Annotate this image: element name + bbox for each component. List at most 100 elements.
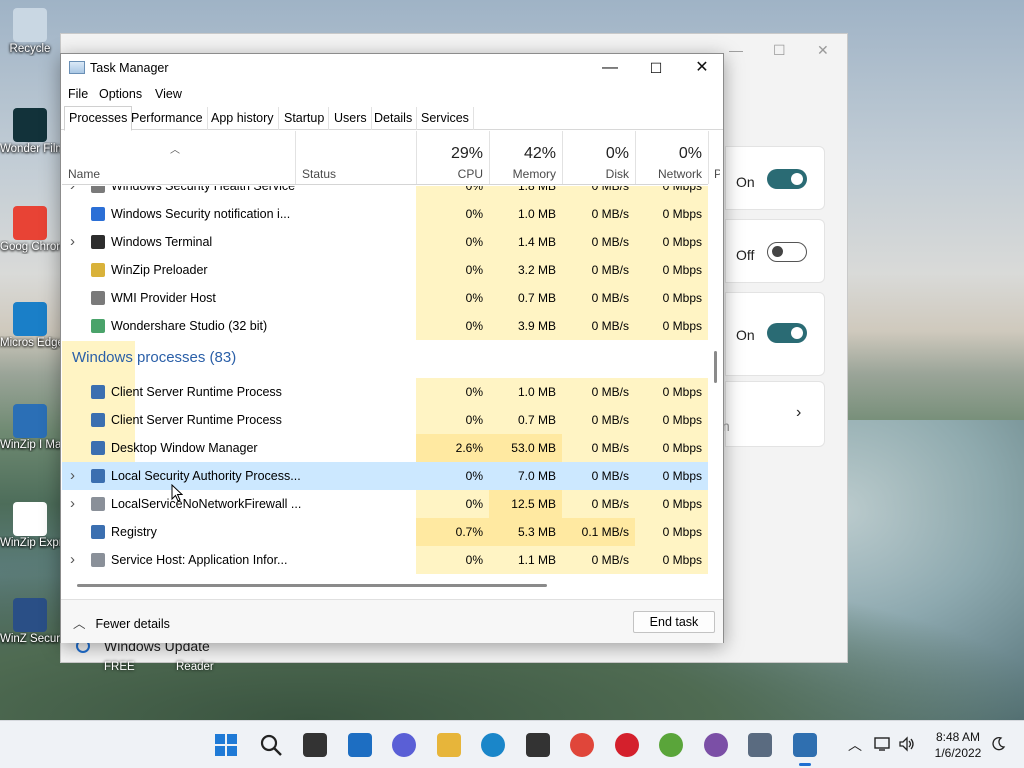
memory-value: 7.0 MB — [517, 469, 556, 483]
cpu-value: 0% — [416, 490, 489, 518]
desktop-icon[interactable]: Micros Edge — [0, 302, 60, 350]
group-header[interactable]: Windows processes (83) — [62, 341, 708, 485]
tab-processes[interactable]: Processes — [64, 106, 133, 131]
tor-icon[interactable] — [704, 733, 728, 757]
volume-icon[interactable] — [898, 736, 916, 752]
menu-file[interactable]: File — [68, 87, 88, 101]
column-name[interactable]: Name — [68, 167, 100, 181]
task-view-icon[interactable] — [303, 733, 327, 757]
memory-total: 42% — [523, 145, 556, 162]
process-row[interactable]: Client Server Runtime Process 0% 0.7 MB 0 M… — [62, 406, 708, 434]
task-manager-icon[interactable] — [793, 733, 817, 766]
clock[interactable]: 8:48 AM 1/6/2022 — [928, 729, 988, 761]
column-disk[interactable]: 0% Disk — [562, 131, 635, 184]
tab-performance[interactable]: Performance — [127, 107, 208, 130]
desktop-icon[interactable]: WinZip I Mana — [0, 404, 60, 452]
desktop-icon[interactable]: WinZ Secur — [0, 598, 60, 646]
process-row[interactable]: Client Server Runtime Process 0% 1.0 MB 0 M… — [62, 378, 708, 406]
network-icon[interactable] — [874, 736, 892, 752]
window-icon — [91, 525, 105, 539]
cpu-value: 0% — [416, 256, 489, 284]
desktop-icon[interactable]: Wonder Filmo — [0, 108, 60, 156]
store-icon[interactable] — [526, 733, 550, 757]
process-row[interactable]: WMI Provider Host 0% 0.7 MB 0 MB/s 0 Mbps — [62, 284, 708, 312]
column-network[interactable]: 0% Network — [635, 131, 708, 184]
cpu-value: 2.6% — [416, 434, 489, 462]
file-explorer-icon[interactable] — [437, 733, 461, 757]
cpu-value: 0% — [416, 200, 489, 228]
notification-moon-icon[interactable] — [990, 736, 1006, 752]
process-row[interactable]: › Windows Security Health Service 0%1.8 MB… — [62, 186, 708, 200]
opera-icon[interactable] — [615, 733, 639, 757]
title-bar[interactable]: Task Manager — ☐ ✕ — [61, 54, 723, 82]
desktop-app-icon — [13, 404, 47, 438]
tray-chevron-up-icon[interactable]: ︿ — [848, 735, 862, 755]
settings-minimize-icon[interactable]: — — [729, 42, 743, 58]
process-row[interactable]: Wondershare Studio (32 bit) 0% 3.9 MB 0 MB/… — [62, 312, 708, 340]
desktop-icon[interactable]: Recycle — [0, 8, 60, 56]
expand-chevron-icon[interactable]: › — [70, 186, 75, 200]
desktop-icon-label: Reader — [176, 661, 214, 673]
process-row[interactable]: › Local Security Authority Process... 0% 7.… — [62, 462, 708, 490]
search-icon[interactable] — [259, 733, 283, 757]
close-button[interactable]: ✕ — [679, 54, 725, 82]
network-value: 0 Mbps — [635, 546, 708, 574]
start-icon[interactable] — [214, 733, 238, 757]
column-cpu[interactable]: 29% CPU — [416, 131, 489, 184]
vertical-scrollbar[interactable] — [711, 186, 721, 580]
fewer-details-button[interactable]: ︿ Fewer details — [73, 613, 170, 632]
process-row[interactable]: WinZip Preloader 0% 3.2 MB 0 MB/s 0 Mbps — [62, 256, 708, 284]
process-row[interactable]: › LocalServiceNoNetworkFirewall ... 0% 12.5… — [62, 490, 708, 518]
menu-options[interactable]: Options — [99, 87, 142, 101]
process-row[interactable]: Registry 0.7% 5.3 MB 0.1 MB/s 0 Mbps — [62, 518, 708, 546]
menu-view[interactable]: View — [155, 87, 182, 101]
toggle-switch-on[interactable] — [767, 323, 807, 343]
tab-details[interactable]: Details — [370, 107, 418, 130]
disk-total: 0% — [605, 145, 629, 162]
desktop-icon-label: WinZ Secur — [0, 633, 60, 645]
expand-chevron-icon[interactable]: › — [70, 490, 75, 518]
toggle-state-label: On — [736, 174, 755, 190]
scroll-thumb[interactable] — [714, 351, 717, 383]
settings-icon[interactable] — [748, 733, 772, 757]
gear-icon — [91, 553, 105, 567]
column-status: Status — [302, 167, 337, 181]
end-task-button[interactable]: End task — [633, 611, 715, 633]
expand-chevron-icon[interactable]: › — [70, 228, 75, 256]
setting-card-4[interactable]: n › — [722, 381, 825, 447]
memory-value: 5.3 MB — [489, 518, 562, 546]
expand-chevron-icon[interactable]: › — [70, 462, 75, 490]
column-power[interactable]: Po — [708, 131, 720, 184]
column-header: ︿ Name Status 29% CPU 42% Memory 0% Disk… — [62, 131, 720, 185]
desktop-icon[interactable]: WinZip Expre — [0, 502, 60, 550]
network-value: 0 Mbps — [662, 469, 702, 483]
process-row[interactable]: Desktop Window Manager 2.6% 53.0 MB 0 MB/s 0… — [62, 434, 708, 462]
cpu-value: 0% — [416, 378, 489, 406]
toggle-switch-on[interactable] — [767, 169, 807, 189]
cpu-value: 0% — [416, 186, 489, 200]
minimize-button[interactable]: — — [587, 54, 633, 82]
tab-startup[interactable]: Startup — [280, 107, 330, 130]
process-row[interactable]: › Service Host: Application Infor... 0% 1.1… — [62, 546, 708, 574]
horizontal-scrollbar[interactable] — [77, 584, 547, 587]
toggle-switch-off[interactable] — [767, 242, 807, 262]
widgets-icon[interactable] — [348, 733, 372, 757]
desktop-icon[interactable]: Goog Chron — [0, 206, 60, 254]
maximize-button[interactable]: ☐ — [633, 54, 679, 82]
process-row[interactable]: › Windows Terminal 0% 1.4 MB 0 MB/s 0 Mbps — [62, 228, 708, 256]
edge-icon[interactable] — [481, 733, 505, 757]
settings-close-icon[interactable]: ✕ — [817, 42, 829, 59]
chat-icon[interactable] — [392, 733, 416, 757]
expand-chevron-icon[interactable]: › — [70, 546, 75, 574]
tab-services[interactable]: Services — [417, 107, 474, 130]
process-row[interactable]: Windows Security notification i... 0% 1.0 … — [62, 200, 708, 228]
utorrent-icon[interactable] — [659, 733, 683, 757]
window-icon — [91, 441, 105, 455]
tab-users[interactable]: Users — [330, 107, 372, 130]
cpu-value: 0% — [416, 228, 489, 256]
column-memory[interactable]: 42% Memory — [489, 131, 562, 184]
service-icon — [91, 291, 105, 305]
tab-app-history[interactable]: App history — [207, 107, 279, 130]
settings-maximize-icon[interactable]: ☐ — [773, 42, 786, 59]
chrome-icon[interactable] — [570, 733, 594, 757]
